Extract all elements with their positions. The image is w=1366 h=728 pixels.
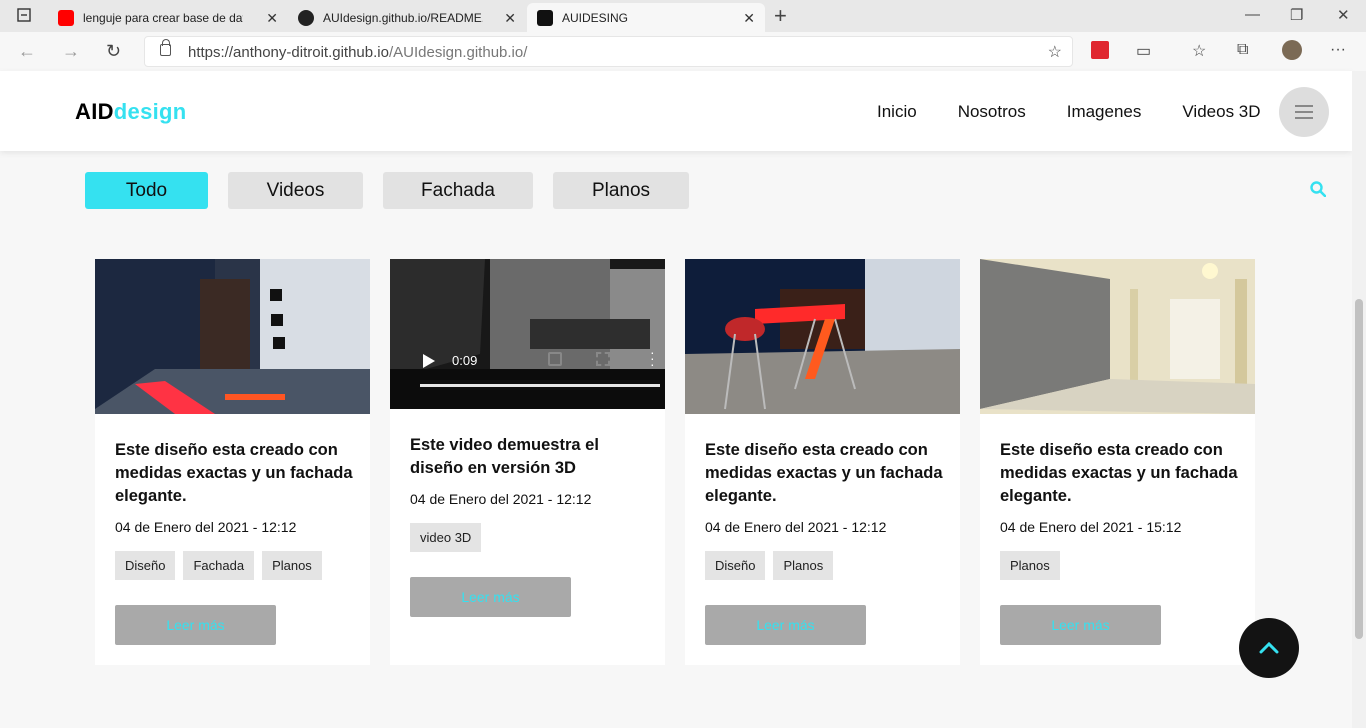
filter-planos[interactable]: Planos [553, 172, 689, 209]
post-card: Este diseño esta creado con medidas exac… [95, 259, 370, 665]
menu-item-nosotros[interactable]: Nosotros [958, 102, 1026, 122]
favorites-icon[interactable]: ☆ [1192, 41, 1206, 61]
site-icon [537, 9, 553, 26]
more-options-icon[interactable]: · · · [650, 345, 655, 371]
tab-github[interactable]: AUIdesign.github.io/README.md ✕ [288, 3, 526, 32]
tag[interactable]: Planos [773, 551, 834, 580]
close-icon[interactable]: ✕ [504, 10, 516, 27]
filter-fachada[interactable]: Fachada [383, 172, 533, 209]
logo-bold: AID [75, 99, 114, 124]
read-more-button[interactable]: Leer más [115, 605, 276, 645]
post-card: Este diseño esta creado con medidas exac… [685, 259, 960, 665]
filter-videos[interactable]: Videos [228, 172, 363, 209]
url-host: https://anthony-ditroit.github.io [188, 44, 389, 61]
menu-item-videos-3d[interactable]: Videos 3D [1182, 102, 1260, 122]
post-date: 04 de Enero del 2021 - 12:12 [410, 491, 592, 507]
extension-icon[interactable] [1091, 41, 1109, 59]
video-player[interactable]: 0:09 · · · [390, 259, 665, 409]
close-icon[interactable]: ✕ [266, 10, 278, 27]
post-card-video: 0:09 · · · Este video demuestra el diseño … [390, 259, 665, 665]
tag-list: Planos [1000, 551, 1068, 580]
menu-item-inicio[interactable]: Inicio [877, 102, 917, 122]
post-image[interactable] [980, 259, 1255, 414]
tag[interactable]: Planos [262, 551, 322, 580]
url-path: /AUIdesign.github.io/ [388, 44, 528, 61]
fullscreen-icon[interactable] [596, 352, 610, 366]
filter-todo[interactable]: Todo [85, 172, 208, 209]
back-icon[interactable]: ← [18, 41, 36, 62]
new-tab-icon[interactable]: + [774, 3, 787, 29]
github-icon [298, 9, 314, 26]
post-title: Este diseño esta creado con medidas exac… [705, 441, 943, 505]
volume-icon[interactable] [548, 352, 562, 366]
post-image[interactable] [95, 259, 370, 414]
refresh-icon[interactable]: ↻ [106, 41, 121, 62]
lock-icon [160, 39, 171, 56]
tag-list: Diseño Planos [705, 551, 841, 580]
close-icon[interactable]: ✕ [743, 10, 755, 27]
post-title: Este video demuestra el diseño en versió… [410, 436, 599, 477]
collections-icon[interactable]: ⧉ [1237, 41, 1248, 59]
tab-bar: lenguje para crear base de datos ✕ AUIde… [0, 0, 1366, 32]
post-title: Este diseño esta creado con medidas exac… [1000, 441, 1238, 505]
read-more-button[interactable]: Leer más [1000, 605, 1161, 645]
tag[interactable]: Planos [1000, 551, 1060, 580]
post-date: 04 de Enero del 2021 - 12:12 [705, 519, 887, 535]
tag[interactable]: Fachada [183, 551, 255, 580]
menu-item-imagenes[interactable]: Imagenes [1067, 102, 1142, 122]
profile-avatar[interactable] [1282, 40, 1302, 60]
video-progress-bar[interactable] [420, 384, 660, 387]
tab-auidesing[interactable]: AUIDESING ✕ [527, 3, 765, 32]
tab-actions-icon[interactable] [16, 7, 32, 27]
site-header: AIDdesign Inicio Nosotros Imagenes Video… [0, 71, 1352, 151]
url-field[interactable]: https://anthony-ditroit.github.io/AUIdes… [144, 36, 1073, 67]
post-title: Este diseño esta creado con medidas exac… [115, 441, 353, 505]
minimize-icon[interactable]: — [1245, 6, 1260, 23]
address-bar-row: ← → ↻ https://anthony-ditroit.github.io/… [0, 32, 1366, 71]
chevron-up-icon [1259, 642, 1279, 654]
tag-list: Diseño Fachada Planos [115, 551, 330, 580]
page-scrollbar[interactable] [1352, 71, 1366, 728]
forward-icon[interactable]: → [62, 41, 80, 62]
restore-icon[interactable]: ❐ [1290, 6, 1303, 24]
scroll-to-top-button[interactable] [1239, 618, 1299, 678]
read-more-button[interactable]: Leer más [410, 577, 571, 617]
read-more-button[interactable]: Leer más [705, 605, 866, 645]
hamburger-menu-button[interactable] [1279, 87, 1329, 137]
url-text: https://anthony-ditroit.github.io/AUIdes… [188, 44, 527, 61]
close-window-icon[interactable]: ✕ [1337, 6, 1350, 24]
tab-label: AUIDESING [562, 10, 629, 25]
more-icon[interactable]: ··· [1330, 41, 1346, 59]
logo-accent: design [113, 99, 187, 124]
video-time: 0:09 [452, 353, 478, 368]
youtube-icon [58, 9, 74, 26]
post-date: 04 de Enero del 2021 - 15:12 [1000, 519, 1182, 535]
tab-label: AUIdesign.github.io/README.md [323, 10, 483, 25]
play-icon[interactable] [423, 354, 435, 368]
reading-icon[interactable]: ▭ [1136, 41, 1151, 61]
tag[interactable]: Diseño [115, 551, 176, 580]
tag-list: video 3D [410, 523, 489, 552]
main-menu: Inicio Nosotros Imagenes Videos 3D [877, 102, 1302, 122]
scrollbar-thumb[interactable] [1355, 299, 1363, 639]
post-card: Este diseño esta creado con medidas exac… [980, 259, 1255, 665]
browser-chrome: lenguje para crear base de datos ✕ AUIde… [0, 0, 1366, 71]
video-controls: 0:09 · · · [390, 344, 665, 409]
search-icon[interactable] [1310, 181, 1326, 197]
tag[interactable]: Diseño [705, 551, 766, 580]
tag[interactable]: video 3D [410, 523, 482, 552]
post-image[interactable] [685, 259, 960, 414]
post-date: 04 de Enero del 2021 - 12:12 [115, 519, 297, 535]
favorite-star-icon[interactable]: ☆ [1048, 42, 1062, 62]
site-logo[interactable]: AIDdesign [75, 99, 187, 125]
tab-youtube[interactable]: lenguje para crear base de datos ✕ [48, 3, 288, 32]
tab-label: lenguje para crear base de datos [83, 10, 243, 25]
